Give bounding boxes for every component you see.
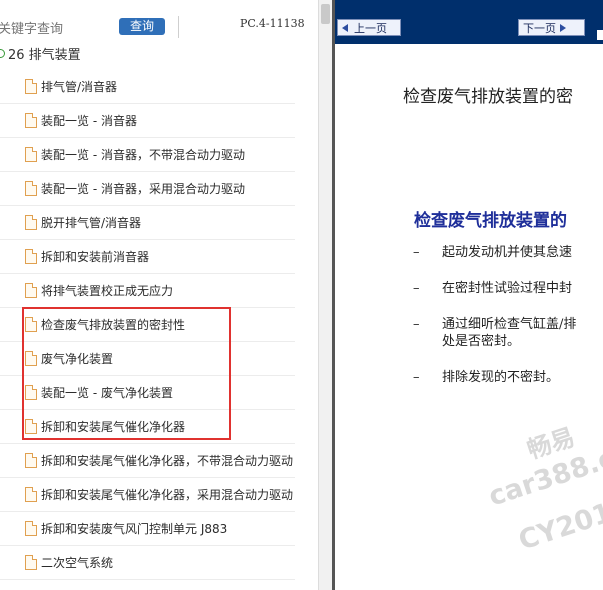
tree-item[interactable]: 装配一览 - 消音器，不带混合动力驱动 <box>0 138 295 172</box>
tree-item[interactable]: 拆卸和安装前消音器 <box>0 240 295 274</box>
tree-item-label: 装配一览 - 消音器，采用混合动力驱动 <box>41 182 245 196</box>
document-pane: 上一页 下一页 检查废气排放装置的密 检查废气排放装置的 – 起动发动机并使其怠… <box>335 0 603 590</box>
document-icon <box>25 521 37 536</box>
tree-item-label: 装配一览 - 消音器 <box>41 114 137 128</box>
tree-item[interactable]: 将排气装置校正成无应力 <box>0 274 295 308</box>
tree-item-label: 装配一览 - 废气净化装置 <box>41 386 173 400</box>
document-icon <box>25 113 37 128</box>
tree-item[interactable]: 拆卸和安装尾气催化净化器，不带混合动力驱动 <box>0 444 295 478</box>
page-title: 检查废气排放装置的密 <box>403 87 573 107</box>
arrow-right-icon <box>560 23 566 32</box>
tree-item-label: 拆卸和安装尾气催化净化器，采用混合动力驱动 <box>41 488 294 502</box>
tree-item[interactable]: 拆卸和安装尾气催化净化器，采用混合动力驱动 <box>0 478 295 512</box>
navigation-bar: 上一页 下一页 <box>335 0 603 44</box>
search-input[interactable] <box>0 20 108 38</box>
document-id: PC.4-11138 <box>240 17 305 30</box>
bullet-dash: – <box>413 281 420 296</box>
tree-item[interactable]: 装配一览 - 废气净化装置 <box>0 376 295 410</box>
bullet-dash: – <box>413 370 420 385</box>
tree-item-label: 将排气装置校正成无应力 <box>41 284 174 298</box>
document-icon <box>25 487 37 502</box>
search-bar: 查询 PC.4-11138 <box>0 0 318 38</box>
document-icon <box>25 351 37 366</box>
tree-item-label: 拆卸和安装废气风门控制单元 J883 <box>41 522 228 536</box>
tree-item-label: 拆卸和安装尾气催化净化器，不带混合动力驱动 <box>41 454 294 468</box>
next-page-button[interactable]: 下一页 <box>518 19 585 36</box>
bullet-dash: – <box>413 245 420 260</box>
tree-item-label: 脱开排气管/消音器 <box>41 216 142 230</box>
document-icon <box>25 249 37 264</box>
bullet-text: 排除发现的不密封。 <box>442 370 560 385</box>
tree-item-label: 拆卸和安装尾气催化净化器 <box>41 420 186 434</box>
document-icon <box>25 79 37 94</box>
next-page-label: 下一页 <box>523 21 556 35</box>
tree-item[interactable]: 装配一览 - 消音器 <box>0 104 295 138</box>
document-icon <box>25 317 37 332</box>
tree-item[interactable]: 拆卸和安装尾气催化净化器 <box>0 410 295 444</box>
expand-icon[interactable] <box>0 48 5 58</box>
tree-item[interactable]: 拆卸和安装废气风门控制单元 J883 <box>0 512 295 546</box>
toc-scrollbar[interactable] <box>318 0 332 590</box>
search-button[interactable]: 查询 <box>119 18 165 35</box>
document-icon <box>25 147 37 162</box>
tree-item[interactable]: 排气管/消音器 <box>0 70 295 104</box>
tree-item-label: 装配一览 - 消音器，不带混合动力驱动 <box>41 148 245 162</box>
tree-item[interactable]: 废气净化装置 <box>0 342 295 376</box>
tree-root-label: 26 排气装置 <box>8 47 81 63</box>
tree-item[interactable]: 脱开排气管/消音器 <box>0 206 295 240</box>
tree-item-label: 检查废气排放装置的密封性 <box>41 318 186 332</box>
bullet-text: 通过细听检查气缸盖/排 <box>442 317 577 332</box>
tree-item[interactable]: 二次空气系统 <box>0 546 295 580</box>
tree-item[interactable]: 装配一览 - 消音器，采用混合动力驱动 <box>0 172 295 206</box>
tree-item-label: 废气净化装置 <box>41 352 114 366</box>
previous-page-label: 上一页 <box>354 21 387 35</box>
tree-item-label: 排气管/消音器 <box>41 80 118 94</box>
scrollbar-thumb[interactable] <box>321 4 330 24</box>
document-icon <box>25 283 37 298</box>
document-icon <box>25 419 37 434</box>
toc-pane: 查询 PC.4-11138 26 排气装置 排气管/消音器 装配一览 - 消音器… <box>0 0 318 590</box>
section-heading: 检查废气排放装置的 <box>414 211 567 231</box>
tree-item[interactable]: 检查废气排放装置的密封性 <box>0 308 295 342</box>
tree-item-label: 拆卸和安装前消音器 <box>41 250 150 264</box>
bullet-text-continued: 处是否密封。 <box>442 334 521 349</box>
arrow-left-icon <box>342 23 348 32</box>
tree-item-label: 二次空气系统 <box>41 556 114 570</box>
document-icon <box>25 453 37 468</box>
document-icon <box>25 555 37 570</box>
bullet-dash: – <box>413 317 420 332</box>
tree-root-node[interactable]: 26 排气装置 <box>0 44 81 63</box>
previous-page-button[interactable]: 上一页 <box>337 19 401 36</box>
document-icon <box>25 215 37 230</box>
divider <box>178 16 179 38</box>
document-icon <box>25 181 37 196</box>
bullet-text: 起动发动机并使其怠速 <box>442 245 573 260</box>
bullet-text: 在密封性试验过程中封 <box>442 281 573 296</box>
close-icon[interactable] <box>597 30 603 40</box>
document-icon <box>25 385 37 400</box>
